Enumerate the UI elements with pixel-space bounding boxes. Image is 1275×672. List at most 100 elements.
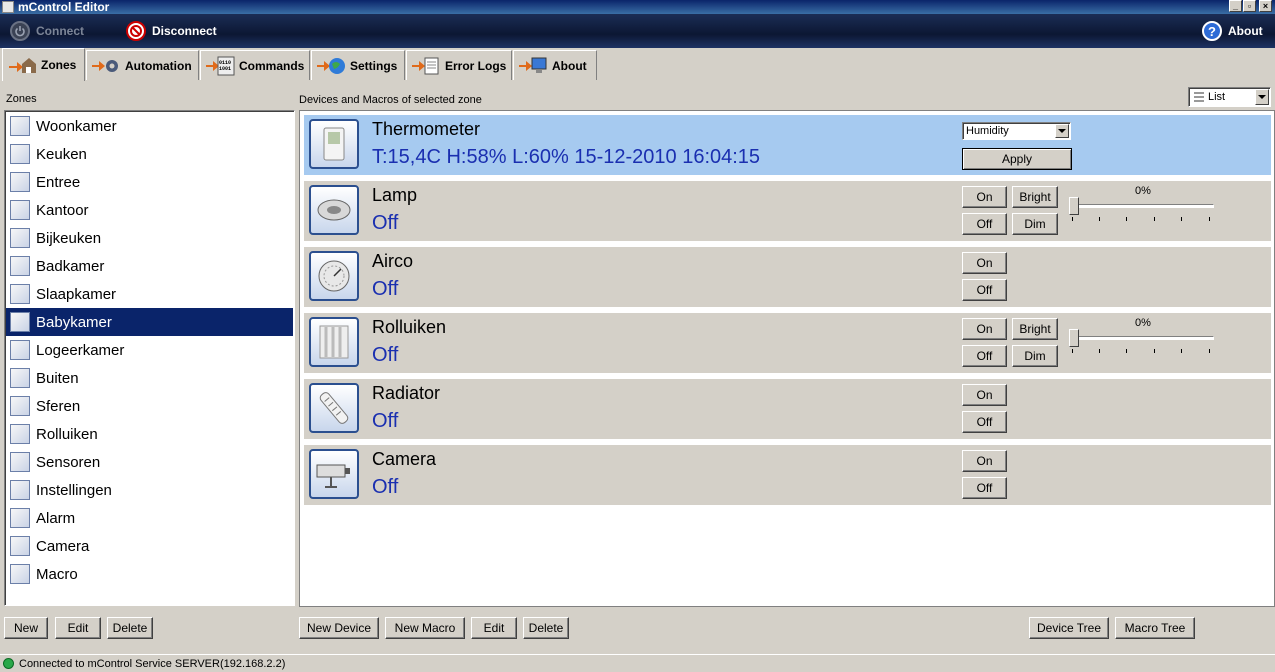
tab-settings[interactable]: Settings [311, 50, 405, 80]
device-row[interactable]: Camera Off On Off [304, 445, 1271, 505]
new-device-button[interactable]: New Device [299, 617, 379, 639]
zone-item[interactable]: Logeerkamer [6, 336, 293, 364]
zone-icon [10, 480, 30, 500]
disconnect-button[interactable]: Disconnect [126, 20, 217, 42]
view-mode-select[interactable]: List [1188, 87, 1271, 107]
zones-icon [7, 54, 37, 76]
zone-icon [10, 228, 30, 248]
zone-item[interactable]: Keuken [6, 140, 293, 168]
device-status: Off [372, 344, 399, 366]
tab-automation[interactable]: Automation [86, 50, 199, 80]
dim-level-label: 0% [1135, 185, 1151, 197]
dim-slider-track[interactable] [1070, 336, 1214, 340]
delete-zone-button[interactable]: Delete [107, 617, 153, 639]
status-text: Connected to mControl Service SERVER(192… [19, 657, 286, 670]
gear-icon [91, 55, 121, 77]
zone-item[interactable]: Alarm [6, 504, 293, 532]
device-row[interactable]: Rolluiken Off On Off Bright Dim 0% [304, 313, 1271, 373]
title-bar: mControl Editor _ ▫ × [0, 0, 1275, 14]
device-tree-button[interactable]: Device Tree [1029, 617, 1109, 639]
dim-slider-track[interactable] [1070, 204, 1214, 208]
bright-button[interactable]: Bright [1012, 318, 1058, 340]
zone-item[interactable]: Sferen [6, 392, 293, 420]
off-button[interactable]: Off [962, 477, 1007, 499]
globe-icon [316, 55, 346, 77]
chevron-down-icon[interactable] [1055, 124, 1069, 138]
zone-item[interactable]: Macro [6, 560, 293, 588]
new-macro-button[interactable]: New Macro [385, 617, 465, 639]
device-name: Rolluiken [372, 317, 447, 337]
airco-icon [309, 251, 359, 301]
device-row[interactable]: Lamp Off On Off Bright Dim 0% [304, 181, 1271, 241]
macro-tree-button[interactable]: Macro Tree [1115, 617, 1195, 639]
device-row[interactable]: Airco Off On Off [304, 247, 1271, 307]
tab-commands[interactable]: 0110 1001 Commands [200, 50, 310, 80]
tab-zones[interactable]: Zones [2, 48, 85, 81]
device-row[interactable]: Thermometer T:15,4C H:58% L:60% 15-12-20… [304, 115, 1271, 175]
delete-device-button[interactable]: Delete [523, 617, 569, 639]
zone-icon [10, 116, 30, 136]
zone-list[interactable]: Woonkamer Keuken Entree Kantoor Bijkeuke… [4, 110, 295, 606]
dim-slider-thumb[interactable] [1069, 197, 1079, 215]
maximize-button[interactable]: ▫ [1243, 0, 1256, 12]
dim-button[interactable]: Dim [1012, 345, 1058, 367]
new-zone-button[interactable]: New [4, 617, 48, 639]
tab-error-logs[interactable]: Error Logs [406, 50, 512, 80]
zone-item[interactable]: Bijkeuken [6, 224, 293, 252]
zone-item[interactable]: Camera [6, 532, 293, 560]
status-bar: Connected to mControl Service SERVER(192… [0, 654, 1275, 672]
off-button[interactable]: Off [962, 411, 1007, 433]
close-button[interactable]: × [1259, 0, 1272, 12]
app-icon [2, 1, 14, 13]
dim-level-label: 0% [1135, 317, 1151, 329]
on-button[interactable]: On [962, 186, 1007, 208]
zone-item-selected[interactable]: Babykamer [6, 308, 293, 336]
off-button[interactable]: Off [962, 279, 1007, 301]
device-status: Off [372, 410, 399, 432]
thermometer-icon [309, 119, 359, 169]
connect-button[interactable]: Connect [10, 20, 84, 42]
off-button[interactable]: Off [962, 345, 1007, 367]
edit-zone-button[interactable]: Edit [55, 617, 101, 639]
minimize-button[interactable]: _ [1229, 0, 1242, 12]
zone-item[interactable]: Kantoor [6, 196, 293, 224]
zone-icon [10, 424, 30, 444]
apply-button[interactable]: Apply [962, 148, 1072, 170]
off-button[interactable]: Off [962, 213, 1007, 235]
edit-device-button[interactable]: Edit [471, 617, 517, 639]
zone-item[interactable]: Sensoren [6, 448, 293, 476]
chevron-down-icon[interactable] [1255, 89, 1269, 105]
zone-item[interactable]: Woonkamer [6, 112, 293, 140]
dim-slider-thumb[interactable] [1069, 329, 1079, 347]
zone-item[interactable]: Instellingen [6, 476, 293, 504]
zones-heading: Zones [6, 93, 37, 105]
device-status: Off [372, 278, 399, 300]
on-button[interactable]: On [962, 252, 1007, 274]
zone-item[interactable]: Entree [6, 168, 293, 196]
power-icon [10, 21, 30, 41]
zone-item[interactable]: Buiten [6, 364, 293, 392]
header-bar: Connect Disconnect ? About [0, 14, 1275, 48]
dim-button[interactable]: Dim [1012, 213, 1058, 235]
on-button[interactable]: On [962, 318, 1007, 340]
tab-about[interactable]: About [513, 50, 597, 80]
camera-icon [309, 449, 359, 499]
zone-icon [10, 200, 30, 220]
on-button[interactable]: On [962, 384, 1007, 406]
bright-button[interactable]: Bright [1012, 186, 1058, 208]
device-row[interactable]: Radiator Off On Off [304, 379, 1271, 439]
about-button[interactable]: ? About [1202, 20, 1263, 42]
zone-item[interactable]: Slaapkamer [6, 280, 293, 308]
zone-item[interactable]: Rolluiken [6, 420, 293, 448]
zone-icon [10, 340, 30, 360]
sensor-type-select[interactable]: Humidity [962, 122, 1071, 140]
device-status: T:15,4C H:58% L:60% 15-12-2010 16:04:15 [372, 146, 761, 168]
window-title: mControl Editor [18, 0, 110, 14]
zone-icon [10, 256, 30, 276]
zone-item[interactable]: Badkamer [6, 252, 293, 280]
device-status: Off [372, 476, 399, 498]
on-button[interactable]: On [962, 450, 1007, 472]
log-icon [411, 55, 441, 77]
device-name: Airco [372, 251, 414, 271]
zone-icon [10, 368, 30, 388]
